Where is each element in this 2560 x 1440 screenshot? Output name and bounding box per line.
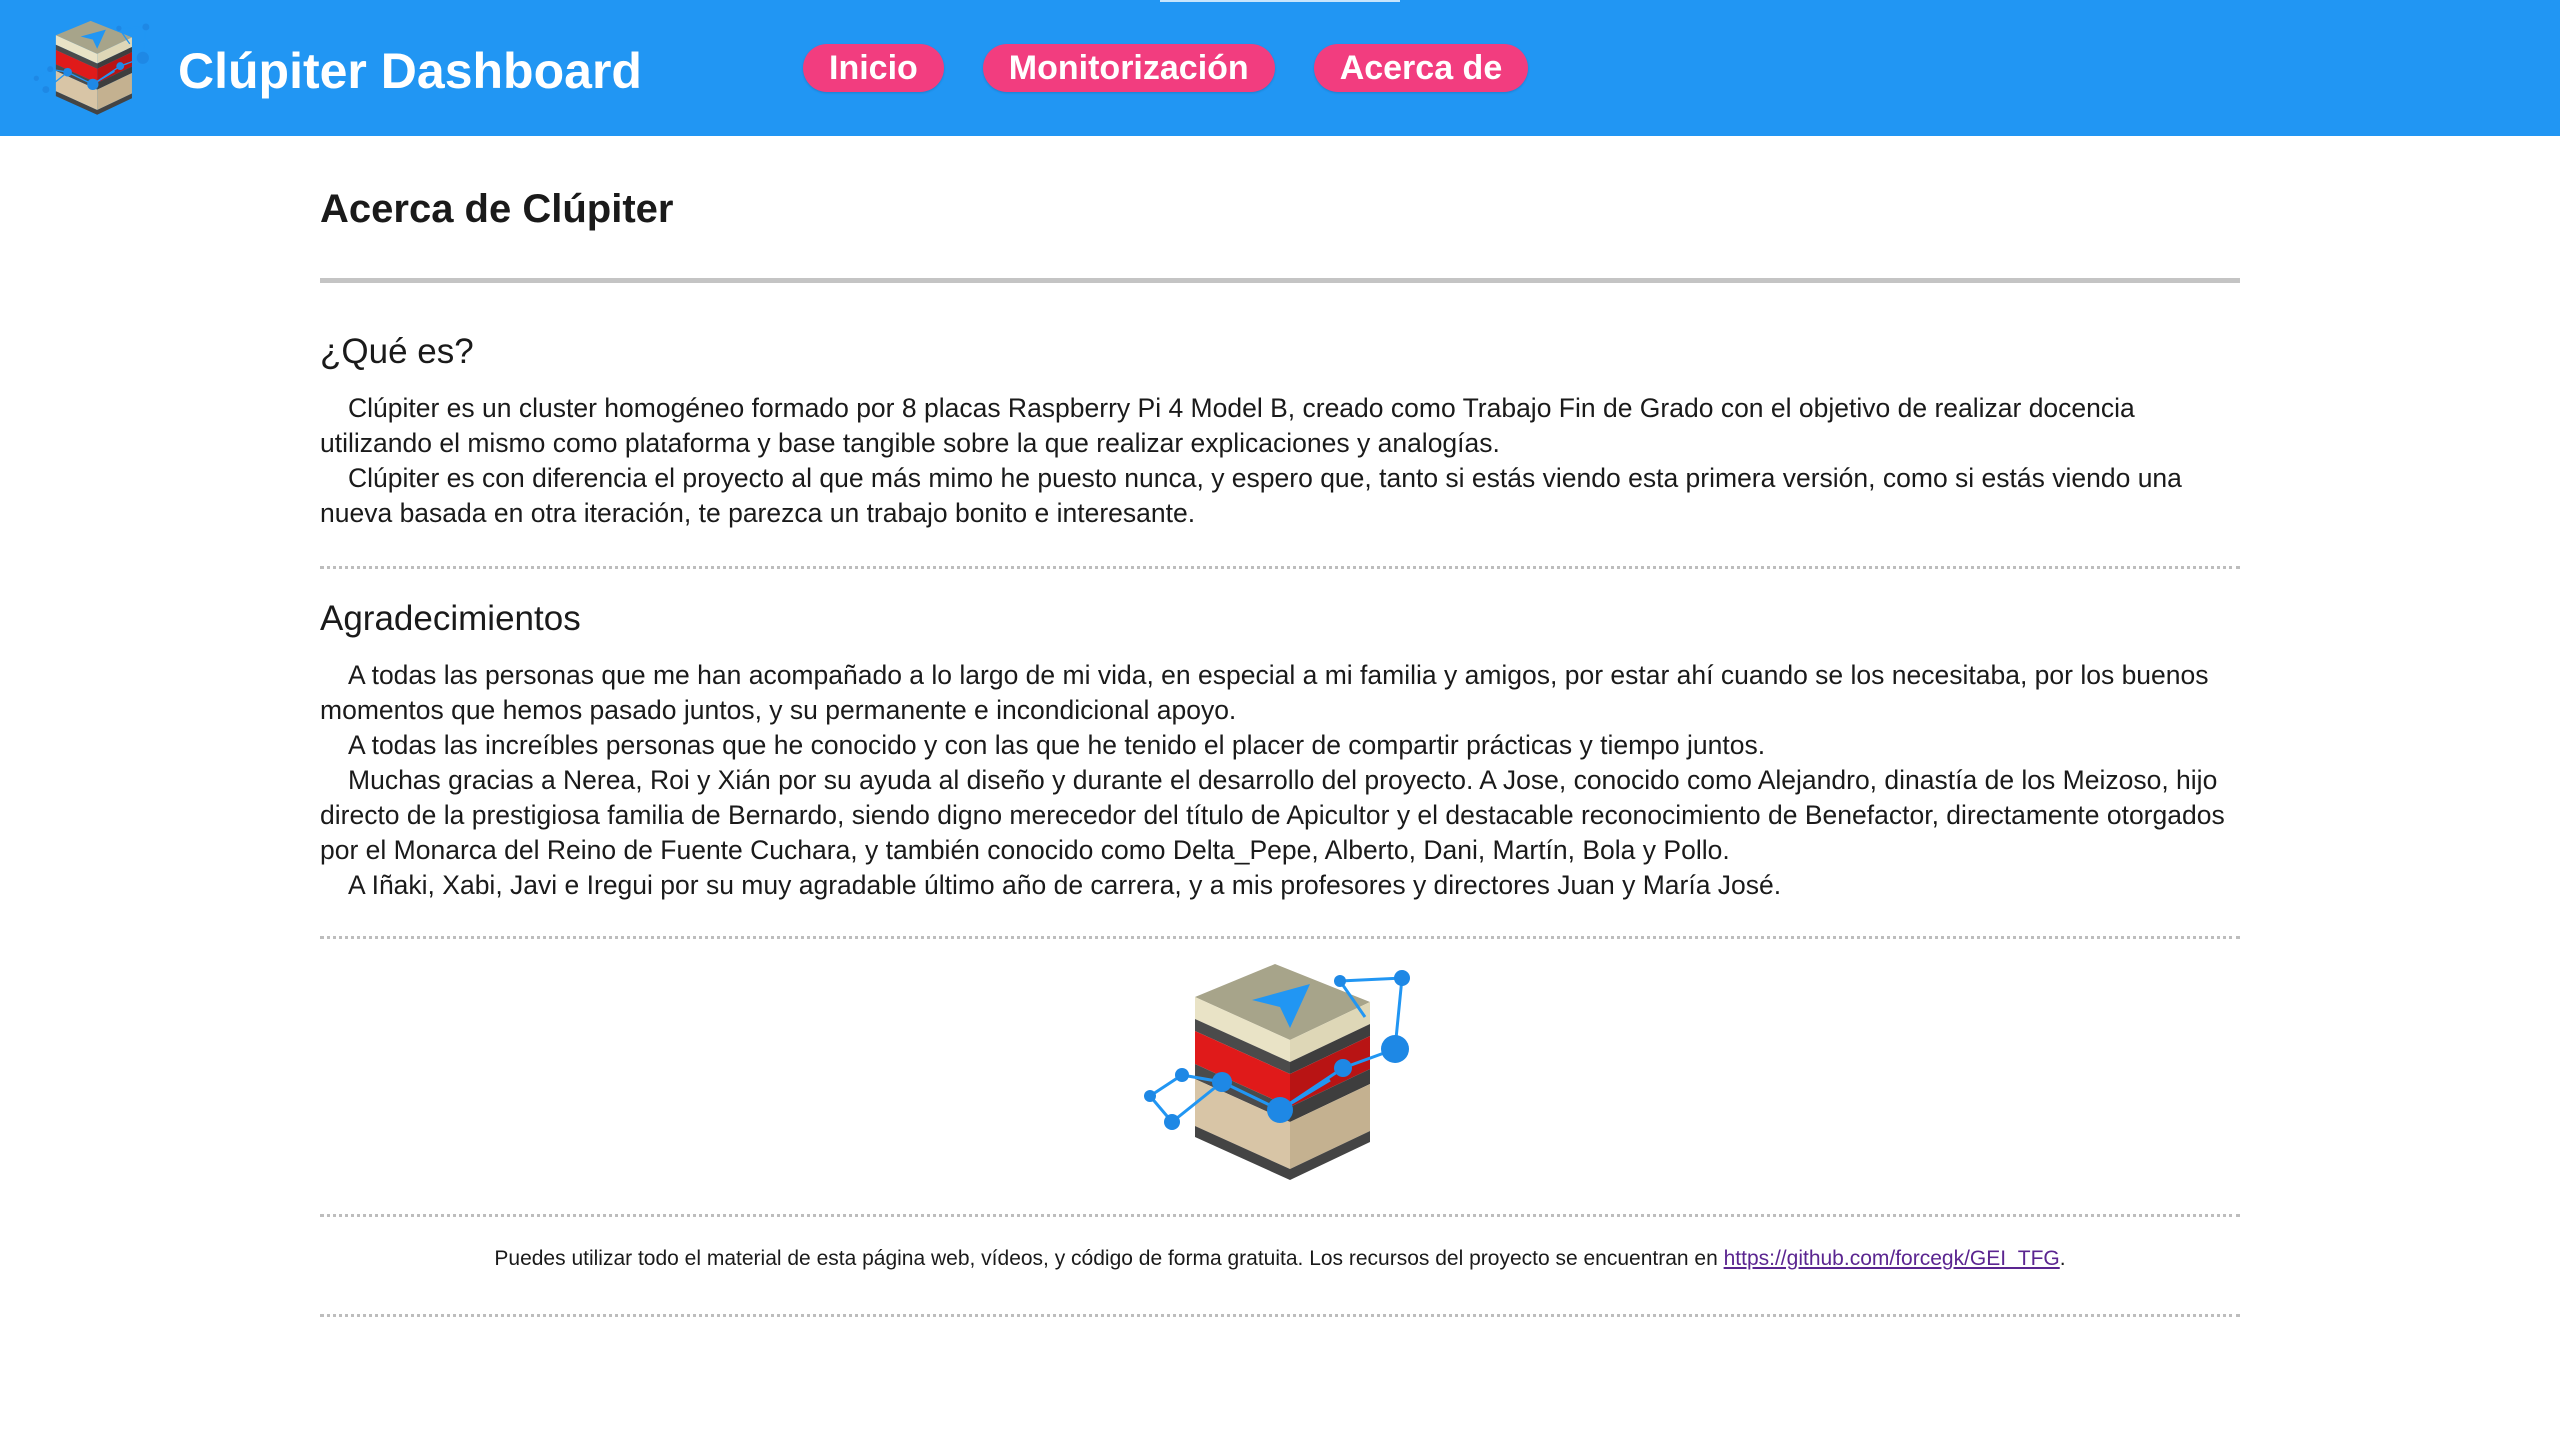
agradecimientos-paragraph-2: A todas las increíbles personas que he c… <box>348 730 1766 760</box>
agradecimientos-paragraph-4: A Iñaki, Xabi, Javi e Iregui por su muy … <box>348 870 1782 900</box>
que-es-paragraph-2: Clúpiter es con diferencia el proyecto a… <box>320 463 2182 528</box>
main-nav: Inicio Monitorización Acerca de <box>803 44 1529 92</box>
section-divider <box>320 566 2240 569</box>
cluster-cube-logo-icon <box>1140 962 1430 1192</box>
nav-monitorizacion-button[interactable]: Monitorización <box>982 44 1275 92</box>
footer-text: Puedes utilizar todo el material de esta… <box>494 1247 1724 1270</box>
agradecimientos-paragraph-3: Muchas gracias a Nerea, Roi y Xián por s… <box>320 765 2225 865</box>
github-link[interactable]: https://github.com/forcegk/GEI_TFG <box>1724 1247 2060 1270</box>
footer-divider <box>320 1314 2240 1317</box>
agradecimientos-paragraph-1: A todas las personas que me han acompaña… <box>320 660 2209 725</box>
footer-suffix: . <box>2059 1247 2066 1270</box>
footer-divider <box>320 1214 2240 1217</box>
section-heading-agradecimientos: Agradecimientos <box>320 599 581 638</box>
section-divider <box>320 936 2240 939</box>
cluster-cube-logo-icon[interactable] <box>30 20 160 120</box>
app-title[interactable]: Clúpiter Dashboard <box>178 38 642 104</box>
top-strip-indicator <box>1160 0 1400 2</box>
title-divider <box>320 278 2240 283</box>
page-title: Acerca de Clúpiter <box>320 187 674 231</box>
que-es-paragraph-1: Clúpiter es un cluster homogéneo formado… <box>320 393 2135 458</box>
footer-license-text: Puedes utilizar todo el material de esta… <box>320 1244 2240 1274</box>
nav-acerca-de-button[interactable]: Acerca de <box>1313 44 1529 92</box>
section-heading-que-es: ¿Qué es? <box>320 332 474 371</box>
app-header: Clúpiter Dashboard Inicio Monitorización… <box>0 0 2560 136</box>
nav-inicio-button[interactable]: Inicio <box>803 44 944 92</box>
